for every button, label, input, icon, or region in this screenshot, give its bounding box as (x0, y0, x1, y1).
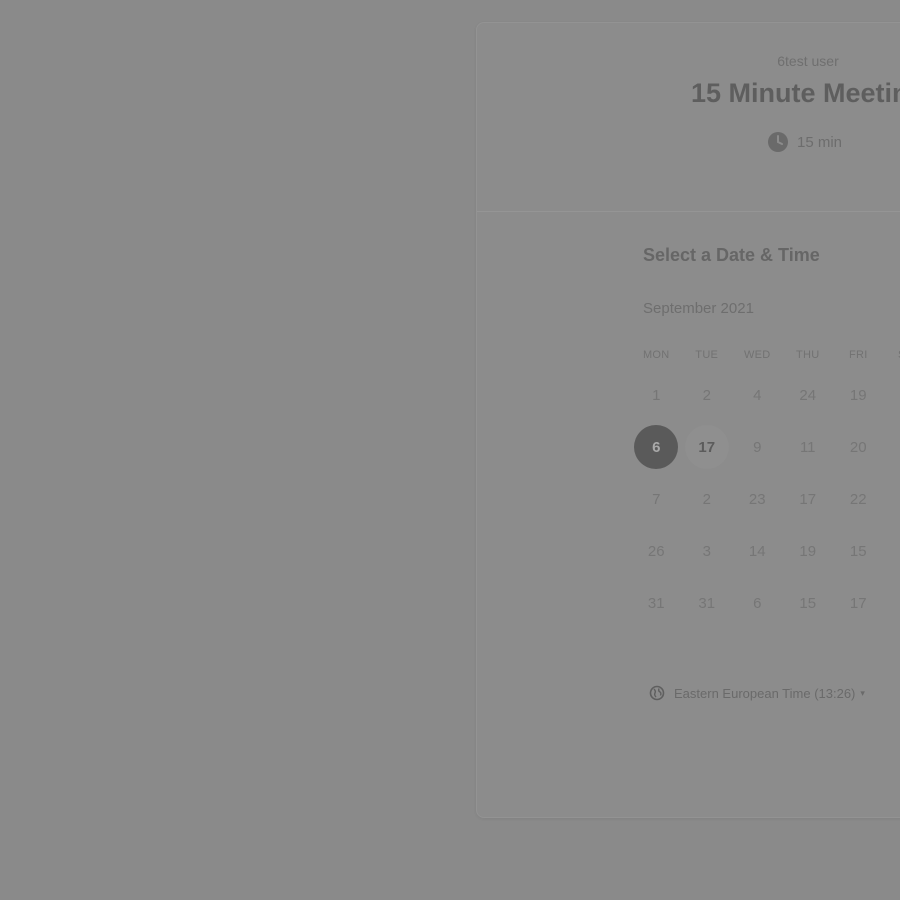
event-title: 15 Minute Meeting (690, 78, 900, 108)
event-duration: 15 min (767, 131, 842, 153)
calendar-day: 15 (799, 594, 817, 612)
calendar-week: 31 31 6 15 17 (631, 577, 900, 629)
clock-icon (767, 131, 789, 153)
calendar-day: 24 (799, 386, 817, 404)
calendar-day (887, 477, 900, 521)
calendar-day: 20 (849, 438, 867, 456)
calendar-day: 11 (799, 438, 816, 456)
calendar-day: 6 (753, 594, 762, 612)
calendar-day (887, 373, 900, 417)
calendar-day (887, 581, 900, 625)
calendar-day: 31 (698, 594, 716, 612)
calendar-day: 3 (702, 542, 711, 560)
duration-label: 15 min (797, 133, 843, 151)
calendar-grid: 1 2 4 24 19 6 17 9 11 20 7 2 23 17 22 26 3 14 19 15 31 31 6 15 1… (631, 369, 900, 629)
calendar-day: 22 (849, 490, 867, 508)
calendar-day: 19 (799, 542, 817, 560)
calendar-day (887, 529, 900, 573)
calendar-day: 7 (652, 490, 661, 508)
weekday-header: MON TUE WED THU FRI SAT (631, 349, 900, 361)
chevron-down-icon: ▾ (860, 687, 865, 698)
calendar-week: 26 3 14 19 15 (631, 525, 900, 577)
weekday-thu: THU (795, 349, 820, 361)
calendar-week: 6 17 9 11 20 (631, 421, 900, 473)
calendar-day: 4 (753, 386, 762, 404)
calendar-day: 2 (702, 386, 711, 404)
calendar-day: 26 (647, 542, 665, 560)
calendar-week: 7 2 23 17 22 (631, 473, 900, 525)
weekday-fri: FRI (848, 349, 868, 361)
weekday-tue: TUE (695, 349, 719, 361)
weekday-mon: MON (642, 349, 670, 361)
weekday-wed: WED (743, 349, 771, 361)
booking-card: 6test user 15 Minute Meeting 15 min Sele… (476, 22, 900, 818)
calendar-day: 17 (849, 594, 867, 612)
calendar-day: 19 (849, 386, 867, 404)
calendar-week: 1 2 4 24 19 (631, 369, 900, 421)
calendar-day (887, 425, 900, 469)
calendar-day: 23 (748, 490, 766, 508)
calendar-day[interactable]: 17 (684, 425, 729, 469)
calendar-day: 17 (799, 490, 817, 508)
timezone-label: Eastern European Time (13:26) (674, 685, 856, 701)
month-label: September 2021 (643, 300, 754, 317)
timezone-selector[interactable]: Eastern European Time (13:26) ▾ (649, 685, 865, 701)
calendar-day[interactable]: 6 (634, 425, 679, 469)
calendar-day: 9 (753, 438, 762, 456)
calendar-day: 1 (652, 386, 661, 404)
calendar-day: 31 (647, 594, 665, 612)
calendar-day: 15 (849, 542, 867, 560)
calendar-day: 2 (702, 490, 711, 508)
section-title: Select a Date & Time (643, 245, 820, 265)
event-header: 6test user 15 Minute Meeting 15 min (477, 23, 900, 212)
host-name: 6test user (777, 53, 839, 69)
weekday-sat: SAT (884, 349, 900, 361)
calendar-day: 14 (748, 542, 766, 560)
globe-icon (649, 685, 665, 701)
